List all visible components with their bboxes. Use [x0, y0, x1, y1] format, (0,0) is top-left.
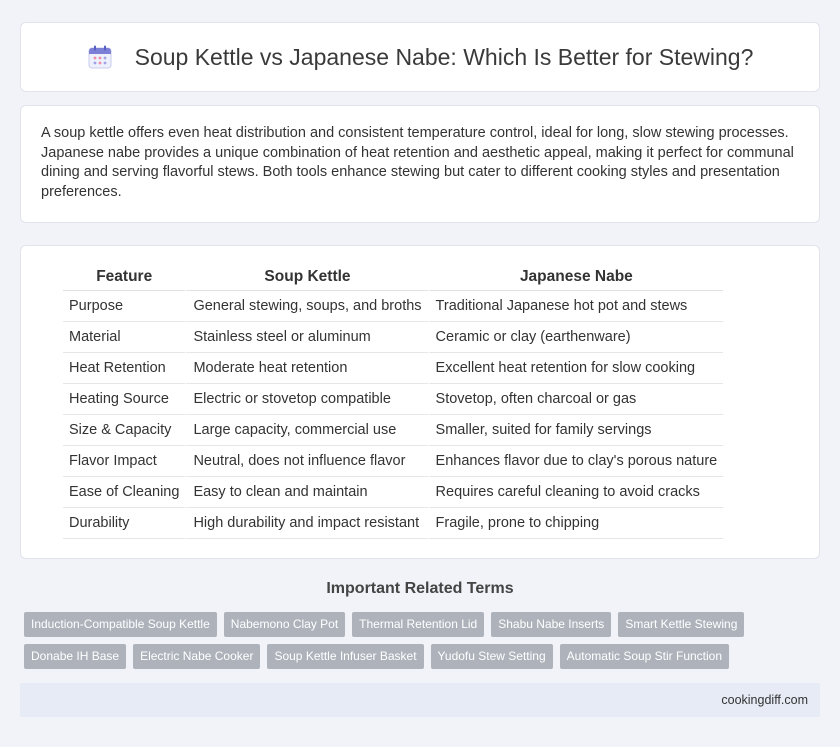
table-row: Size & Capacity Large capacity, commerci…: [63, 415, 724, 446]
table-row: Purpose General stewing, soups, and brot…: [63, 291, 724, 322]
japanese-nabe-cell: Stovetop, often charcoal or gas: [427, 384, 724, 415]
tag-row: Induction-Compatible Soup Kettle Nabemon…: [24, 612, 804, 637]
table-row: Ease of Cleaning Easy to clean and maint…: [63, 477, 724, 508]
table-row: Flavor Impact Neutral, does not influenc…: [63, 446, 724, 477]
tag-row: Donabe IH Base Electric Nabe Cooker Soup…: [24, 644, 804, 669]
japanese-nabe-cell: Excellent heat retention for slow cookin…: [427, 353, 724, 384]
soup-kettle-cell: Stainless steel or aluminum: [185, 322, 428, 353]
column-header-japanese-nabe: Japanese Nabe: [427, 266, 724, 291]
feature-cell: Durability: [63, 508, 186, 539]
column-header-soup-kettle: Soup Kettle: [185, 266, 428, 291]
feature-cell: Flavor Impact: [63, 446, 186, 477]
tag-thermal-retention-lid[interactable]: Thermal Retention Lid: [352, 612, 485, 637]
japanese-nabe-cell: Requires careful cleaning to avoid crack…: [427, 477, 724, 508]
feature-cell: Ease of Cleaning: [63, 477, 186, 508]
table-row: Material Stainless steel or aluminum Cer…: [63, 322, 724, 353]
tag-nabemono-clay-pot[interactable]: Nabemono Clay Pot: [223, 612, 346, 637]
japanese-nabe-cell: Fragile, prone to chipping: [427, 508, 724, 539]
page-title: Soup Kettle vs Japanese Nabe: Which Is B…: [134, 43, 754, 70]
comparison-table: Feature Soup Kettle Japanese Nabe Purpos…: [63, 266, 724, 539]
soup-kettle-cell: Neutral, does not influence flavor: [185, 446, 428, 477]
japanese-nabe-cell: Enhances flavor due to clay's porous nat…: [427, 446, 724, 477]
column-header-feature: Feature: [63, 266, 186, 291]
calendar-icon: [87, 44, 113, 70]
soup-kettle-cell: Large capacity, commercial use: [185, 415, 428, 446]
soup-kettle-cell: Easy to clean and maintain: [185, 477, 428, 508]
japanese-nabe-cell: Smaller, suited for family servings: [427, 415, 724, 446]
soup-kettle-cell: Electric or stovetop compatible: [185, 384, 428, 415]
feature-cell: Heat Retention: [63, 353, 186, 384]
tag-automatic-soup-stir-function[interactable]: Automatic Soup Stir Function: [559, 644, 730, 669]
feature-cell: Material: [63, 322, 186, 353]
header-card: Soup Kettle vs Japanese Nabe: Which Is B…: [20, 22, 820, 92]
tag-electric-nabe-cooker[interactable]: Electric Nabe Cooker: [133, 644, 261, 669]
soup-kettle-cell: General stewing, soups, and broths: [185, 291, 428, 322]
tag-smart-kettle-stewing[interactable]: Smart Kettle Stewing: [618, 612, 745, 637]
footer: cookingdiff.com: [20, 683, 820, 717]
header: Soup Kettle vs Japanese Nabe: Which Is B…: [87, 43, 754, 71]
tag-donabe-ih-base[interactable]: Donabe IH Base: [24, 644, 127, 669]
table-row: Durability High durability and impact re…: [63, 508, 724, 539]
tag-shabu-nabe-inserts[interactable]: Shabu Nabe Inserts: [491, 612, 612, 637]
related-terms-title: Important Related Terms: [326, 580, 514, 597]
feature-cell: Size & Capacity: [63, 415, 186, 446]
table-row: Heat Retention Moderate heat retention E…: [63, 353, 724, 384]
tag-induction-compatible-soup-kettle[interactable]: Induction-Compatible Soup Kettle: [24, 612, 217, 637]
table-row: Heating Source Electric or stovetop comp…: [63, 384, 724, 415]
japanese-nabe-cell: Ceramic or clay (earthenware): [427, 322, 724, 353]
intro-card: A soup kettle offers even heat distribut…: [20, 105, 820, 223]
comparison-card: Feature Soup Kettle Japanese Nabe Purpos…: [20, 245, 820, 559]
soup-kettle-cell: Moderate heat retention: [185, 353, 428, 384]
related-terms-tags: Induction-Compatible Soup Kettle Nabemon…: [24, 612, 804, 669]
japanese-nabe-cell: Traditional Japanese hot pot and stews: [427, 291, 724, 322]
soup-kettle-cell: High durability and impact resistant: [185, 508, 428, 539]
tag-yudofu-stew-setting[interactable]: Yudofu Stew Setting: [430, 644, 553, 669]
tag-soup-kettle-infuser-basket[interactable]: Soup Kettle Infuser Basket: [267, 644, 424, 669]
intro-text: A soup kettle offers even heat distribut…: [41, 125, 794, 200]
feature-cell: Purpose: [63, 291, 186, 322]
table-header-row: Feature Soup Kettle Japanese Nabe: [63, 266, 724, 291]
feature-cell: Heating Source: [63, 384, 186, 415]
footer-site[interactable]: cookingdiff.com: [721, 693, 808, 707]
